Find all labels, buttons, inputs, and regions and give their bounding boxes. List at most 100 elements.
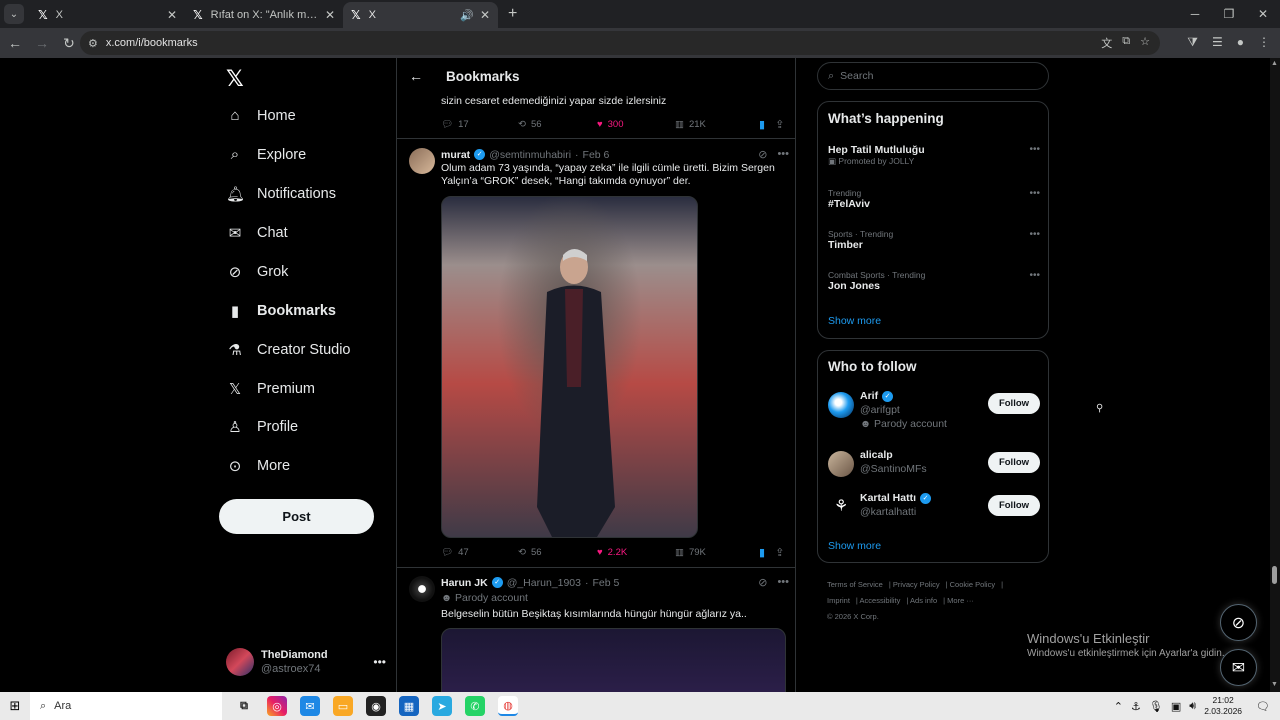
share-icon[interactable]: ⇪ — [775, 546, 784, 559]
footer-link[interactable]: Cookie Policy — [950, 580, 995, 589]
grok-floating-button[interactable]: ⊘ — [1220, 604, 1257, 641]
tweet-image[interactable] — [441, 196, 698, 538]
account-switcher[interactable]: TheDiamond @astroex74 ••• — [226, 648, 386, 676]
instagram-icon[interactable]: ◎ — [267, 696, 287, 716]
repost-button[interactable]: ⟲ 56 — [518, 547, 597, 558]
search-input[interactable]: ⌕ Search — [817, 62, 1049, 90]
file-explorer-icon[interactable]: ▭ — [333, 696, 353, 716]
new-tab-icon[interactable]: + — [508, 5, 517, 23]
reply-button[interactable]: 💬︎ 47 — [441, 547, 518, 558]
follow-suggestion[interactable]: alicalp @SantinoMFs Follow — [828, 448, 1040, 477]
follow-button[interactable]: Follow — [988, 452, 1040, 473]
taskbar-search[interactable]: ⌕ Ara — [30, 692, 222, 720]
show-more-link[interactable]: Show more — [828, 540, 881, 552]
nav-item-home[interactable]: ⌂ Home — [226, 107, 295, 124]
install-app-icon[interactable]: ⧉ — [1122, 35, 1130, 51]
follow-button[interactable]: Follow — [988, 393, 1040, 414]
nav-item-creator-studio[interactable]: ⚗ Creator Studio — [226, 341, 350, 359]
messages-floating-button[interactable]: ✉ — [1220, 649, 1257, 686]
chevron-up-icon[interactable]: ⌃ — [1114, 700, 1123, 713]
whatsapp-icon[interactable]: ✆ — [465, 696, 485, 716]
microphone-icon[interactable]: 🎙︎ — [1149, 700, 1163, 713]
clock[interactable]: 21:02 2.03.2026 — [1204, 695, 1242, 717]
more-dots-icon[interactable]: ••• — [1029, 188, 1040, 199]
nav-item-bookmarks[interactable]: ▮ Bookmarks — [226, 302, 336, 320]
network-icon[interactable]: ▣ — [1171, 700, 1181, 713]
forward-arrow-icon[interactable]: → — [30, 35, 54, 51]
tweet-date[interactable]: Feb 5 — [592, 577, 619, 589]
nav-item-profile[interactable]: ♙ Profile — [226, 418, 298, 436]
chrome-icon[interactable]: ◍ — [498, 696, 518, 716]
footer-link[interactable]: Accessibility — [860, 596, 901, 605]
scroll-thumb[interactable] — [1272, 566, 1277, 584]
scroll-down-icon[interactable]: ▼ — [1271, 681, 1278, 688]
follow-suggestion[interactable]: ⚘ Kartal Hattı ✓ @kartalhatti Follow — [828, 491, 1040, 520]
url-bar[interactable]: ⚙ x.com/i/bookmarks 文 ⧉ ☆ — [80, 31, 1160, 55]
nav-item-premium[interactable]: 𝕏 Premium — [226, 380, 315, 398]
views-button[interactable]: ▥ 21K — [675, 119, 759, 130]
nav-item-notifications[interactable]: 🔔︎ Notifications — [226, 185, 336, 203]
chrome-menu-icon[interactable]: ⋮ — [1258, 35, 1270, 50]
more-dots-icon[interactable]: ••• — [777, 148, 789, 161]
telegram-icon[interactable]: ➤ — [432, 696, 452, 716]
more-dots-icon[interactable]: ••• — [1029, 229, 1040, 240]
bookmark-icon[interactable]: ▮ — [759, 546, 765, 559]
url-text[interactable]: x.com/i/bookmarks — [106, 37, 198, 49]
more-dots-icon[interactable]: ••• — [1029, 270, 1040, 281]
author-name[interactable]: murat — [441, 149, 470, 161]
tab-search-button[interactable]: ⌄ — [4, 4, 24, 24]
back-arrow-icon[interactable]: ← — [3, 35, 27, 51]
usb-icon[interactable]: ⚓ — [1131, 700, 1141, 713]
bookmark-icon[interactable]: ▮ — [759, 118, 765, 131]
close-tab-icon[interactable]: ✕ — [325, 8, 335, 22]
more-dots-icon[interactable]: ••• — [777, 576, 789, 589]
close-tab-icon[interactable]: ✕ — [167, 8, 177, 22]
like-button[interactable]: ♥ 2.2K — [597, 547, 675, 558]
browser-tab-3[interactable]: 𝕏 X 🔊 ✕ — [343, 2, 498, 28]
nav-item-explore[interactable]: ⌕ Explore — [226, 146, 306, 163]
author-handle[interactable]: @_Harun_1903 — [507, 577, 581, 589]
trend-item[interactable]: Combat Sports · Trending Jon Jones ••• — [828, 270, 1040, 292]
author-name[interactable]: Harun JK — [441, 577, 488, 589]
notifications-icon[interactable]: 🗨︎ — [1256, 700, 1270, 713]
avatar[interactable] — [409, 576, 435, 602]
star-icon[interactable]: ☆ — [1140, 35, 1150, 51]
reply-button[interactable]: 💬︎ 17 — [441, 119, 518, 130]
avatar[interactable] — [409, 148, 435, 174]
show-more-link[interactable]: Show more — [828, 315, 881, 327]
follow-button[interactable]: Follow — [988, 495, 1040, 516]
footer-link[interactable]: Privacy Policy — [893, 580, 940, 589]
trello-icon[interactable]: ▦ — [399, 696, 419, 716]
footer-link[interactable]: More ··· — [947, 596, 974, 605]
share-icon[interactable]: ⇪ — [775, 118, 784, 131]
browser-tab-1[interactable]: 𝕏 X ✕ — [30, 2, 185, 28]
profile-icon[interactable]: ● — [1237, 35, 1244, 50]
footer-link[interactable]: Terms of Service — [827, 580, 883, 589]
nav-item-more[interactable]: ⊙ More — [226, 457, 290, 475]
windows-start-icon[interactable]: ⊞ — [0, 698, 30, 714]
minimize-icon[interactable]: ─ — [1178, 0, 1212, 28]
repost-button[interactable]: ⟲ 56 — [518, 119, 597, 130]
more-dots-icon[interactable]: ••• — [1029, 144, 1040, 155]
speaker-icon[interactable]: 🔊 — [460, 9, 474, 22]
translate-icon[interactable]: 文 — [1101, 35, 1112, 51]
app-icon[interactable]: ◉ — [366, 696, 386, 716]
outlook-icon[interactable]: ✉ — [300, 696, 320, 716]
tweet-date[interactable]: Feb 6 — [583, 149, 610, 161]
volume-icon[interactable]: 🔊︎ — [1189, 700, 1196, 713]
extensions-icon[interactable]: ⧩ — [1187, 35, 1198, 50]
follow-suggestion[interactable]: Arif ✓ @arifgpt ☻ Parody account Follow — [828, 389, 1040, 431]
nav-item-chat[interactable]: ✉ Chat — [226, 224, 288, 242]
x-logo-icon[interactable]: 𝕏 — [226, 66, 244, 92]
trend-item[interactable]: Sports · Trending Timber ••• — [828, 229, 1040, 251]
back-arrow-icon[interactable]: ← — [409, 68, 425, 84]
grok-icon[interactable]: ⊘ — [758, 148, 767, 161]
reading-list-icon[interactable]: ☰ — [1212, 35, 1223, 50]
close-window-icon[interactable]: ✕ — [1246, 0, 1280, 28]
views-button[interactable]: ▥ 79K — [675, 547, 759, 558]
close-tab-icon[interactable]: ✕ — [480, 8, 490, 22]
site-info-icon[interactable]: ⚙ — [88, 37, 98, 50]
nav-item-grok[interactable]: ⊘ Grok — [226, 263, 289, 281]
trend-item[interactable]: Trending #TelAviv ••• — [828, 188, 1040, 210]
restore-icon[interactable]: ❐ — [1212, 0, 1246, 28]
